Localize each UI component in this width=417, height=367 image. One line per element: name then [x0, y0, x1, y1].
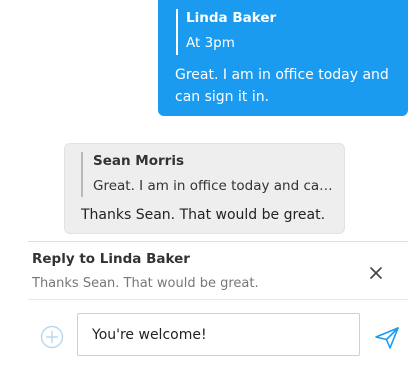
reply-title: Reply to Linda Baker: [32, 251, 190, 267]
message-text: Thanks Sean. That would be great.: [81, 207, 326, 223]
add-circle-icon: [40, 325, 64, 349]
close-reply-button[interactable]: [367, 264, 385, 282]
reply-banner: Reply to Linda Baker Thanks Sean. That w…: [28, 242, 408, 298]
reply-preview-text: Thanks Sean. That would be great.: [32, 276, 259, 291]
quoted-text: Great. I am in office today and can sign…: [93, 178, 337, 194]
send-icon: [375, 327, 399, 349]
quoted-message: Sean Morris Great. I am in office today …: [81, 152, 337, 197]
send-button[interactable]: [374, 326, 400, 350]
outgoing-message-bubble[interactable]: Linda Baker At 3pm Great. I am in office…: [158, 0, 408, 116]
quoted-text: At 3pm: [186, 35, 235, 51]
message-input[interactable]: [77, 313, 360, 356]
quoted-message: Linda Baker At 3pm: [176, 9, 396, 55]
message-text: Great. I am in office today and can sign…: [175, 67, 389, 105]
add-attachment-button[interactable]: [40, 325, 64, 349]
close-icon: [370, 267, 382, 279]
incoming-message-bubble[interactable]: Sean Morris Great. I am in office today …: [64, 143, 345, 234]
quoted-author: Sean Morris: [93, 153, 184, 169]
quoted-author: Linda Baker: [186, 10, 277, 26]
composer-divider: [28, 299, 408, 300]
